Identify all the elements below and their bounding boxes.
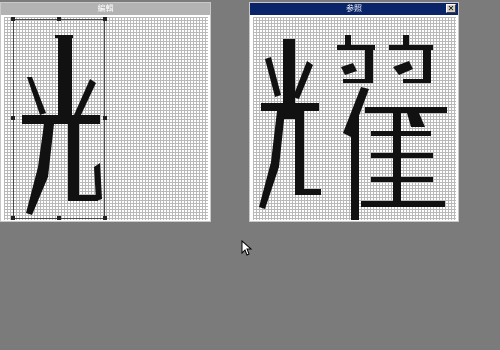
selection-handle[interactable] (57, 17, 61, 21)
edit-glyph-grid[interactable] (4, 17, 208, 220)
mouse-pointer-icon (241, 240, 253, 256)
close-icon[interactable]: ✕ (446, 4, 456, 13)
selection-handle[interactable] (103, 216, 107, 220)
selection-handle[interactable] (11, 116, 15, 120)
edit-window-title: 編輯 (1, 3, 210, 15)
selection-handle[interactable] (57, 216, 61, 220)
selection-handle[interactable] (11, 17, 15, 21)
reference-title-text: 参照 (346, 4, 362, 13)
reference-window-title: 参照 ✕ (250, 3, 458, 15)
reference-glyph-pixels (259, 35, 447, 220)
selection-handle[interactable] (103, 116, 107, 120)
selection-rectangle[interactable] (13, 19, 105, 219)
selection-handle[interactable] (103, 17, 107, 21)
selection-handle[interactable] (11, 216, 15, 220)
reference-glyph-grid (253, 17, 456, 220)
reference-window[interactable]: 参照 ✕ (249, 2, 459, 222)
edit-window[interactable]: 編輯 (0, 2, 211, 222)
